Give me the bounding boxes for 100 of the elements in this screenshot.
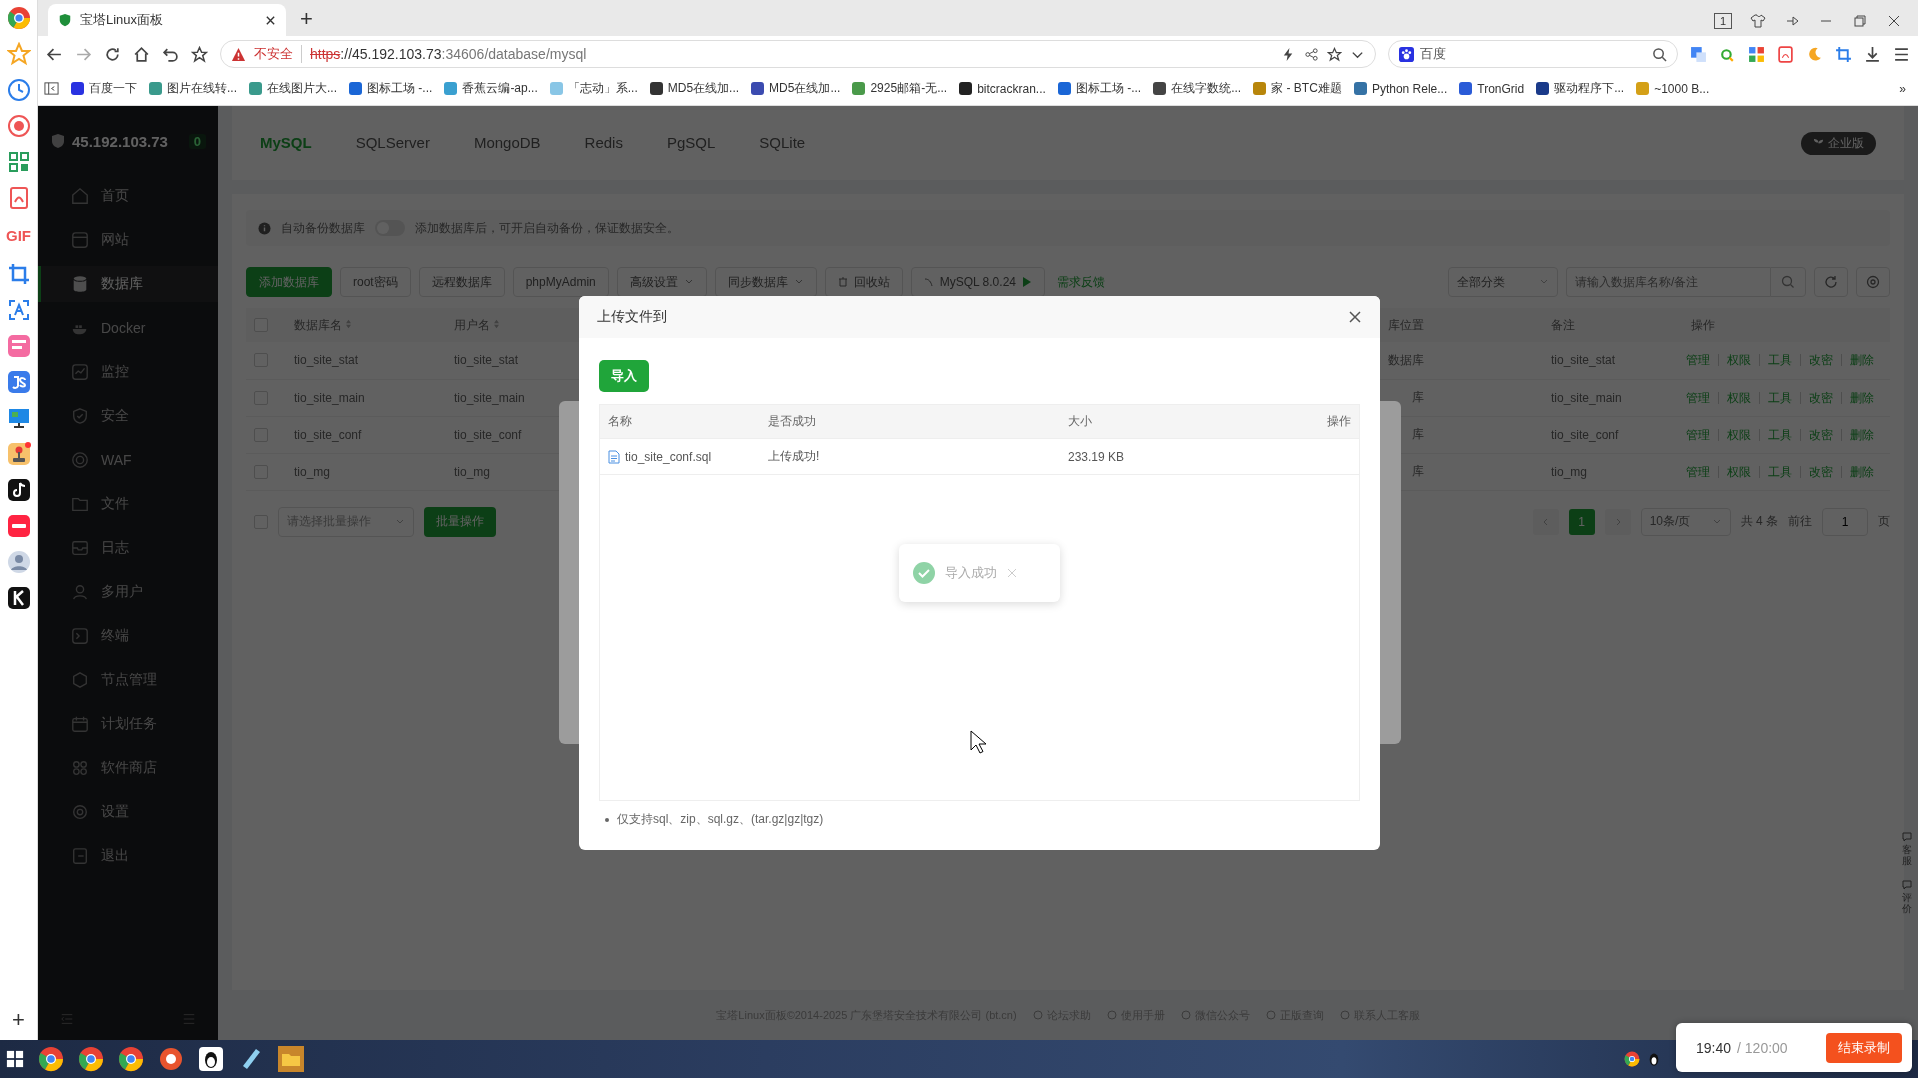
new-tab-button[interactable]: +: [300, 6, 313, 32]
translate-icon[interactable]: [1690, 45, 1707, 63]
database-tab[interactable]: MySQL: [260, 106, 334, 180]
database-tab[interactable]: SQLite: [759, 106, 828, 180]
browser-icon[interactable]: [78, 1046, 104, 1072]
security-label[interactable]: 不安全: [254, 45, 302, 63]
browser-logo-icon[interactable]: [6, 6, 31, 30]
stop-recording-button[interactable]: 结束录制: [1826, 1032, 1902, 1063]
shirt-icon[interactable]: [1750, 13, 1766, 29]
bookmark[interactable]: Python Rele...: [1353, 81, 1448, 96]
text-scan-icon[interactable]: [6, 298, 31, 322]
tab-count[interactable]: 1: [1713, 13, 1732, 29]
bookmark[interactable]: 香蕉云编-ap...: [444, 80, 538, 97]
close-icon[interactable]: [1886, 13, 1902, 29]
dropdown-button[interactable]: 同步数据库: [714, 267, 817, 297]
home-icon[interactable]: [133, 45, 150, 63]
action-link[interactable]: 改密: [1800, 354, 1841, 367]
windows-start-icon[interactable]: [6, 1050, 24, 1068]
star-icon[interactable]: [6, 42, 31, 66]
import-button[interactable]: 导入: [599, 360, 649, 392]
grid-icon[interactable]: [6, 150, 31, 174]
bookmark[interactable]: 百度一下: [71, 80, 137, 97]
penguin-icon[interactable]: [198, 1046, 224, 1072]
action-link[interactable]: 工具: [1759, 428, 1800, 441]
side-tab[interactable]: 评价: [1902, 880, 1912, 914]
share-icon[interactable]: [1304, 46, 1319, 62]
action-link[interactable]: 工具: [1759, 465, 1800, 478]
bookmark[interactable]: 在线图片大...: [249, 80, 338, 97]
add-database-button[interactable]: 添加数据库: [246, 267, 332, 297]
app-icon[interactable]: [6, 586, 31, 610]
bookmark[interactable]: 2925邮箱-无...: [852, 80, 948, 97]
gif-label[interactable]: GIF: [6, 222, 31, 250]
crop-icon[interactable]: [6, 262, 31, 286]
action-link[interactable]: 删除: [1841, 391, 1882, 404]
menu-icon[interactable]: [1893, 45, 1910, 63]
joystick-icon[interactable]: [6, 442, 31, 466]
bookmark[interactable]: 图标工场 -...: [1057, 80, 1142, 97]
browser-tab[interactable]: 宝塔Linux面板: [48, 4, 286, 36]
star-icon[interactable]: [1327, 46, 1342, 62]
record-icon[interactable]: [6, 114, 31, 138]
toolbar-button[interactable]: 远程数据库: [418, 267, 505, 297]
action-link[interactable]: 删除: [1841, 354, 1882, 367]
toolbar-button[interactable]: phpMyAdmin: [512, 267, 609, 297]
bookmark[interactable]: 家 - BTC难题: [1253, 80, 1342, 97]
bookmark[interactable]: 图标工场 -...: [349, 80, 433, 97]
browser-icon[interactable]: [38, 1046, 64, 1072]
action-link[interactable]: 权限: [1718, 465, 1759, 478]
refresh-button[interactable]: [1814, 267, 1848, 297]
music-note-icon[interactable]: [6, 478, 31, 502]
page-size-select[interactable]: 10条/页: [1640, 507, 1731, 536]
browser-icon[interactable]: [1624, 1051, 1640, 1067]
database-tab[interactable]: PgSQL: [666, 106, 738, 180]
action-link[interactable]: 改密: [1800, 428, 1841, 441]
page-input[interactable]: 1: [1822, 507, 1868, 536]
close-icon[interactable]: [265, 14, 276, 26]
crop-icon[interactable]: [1835, 45, 1852, 63]
page-button[interactable]: 1: [1568, 508, 1595, 535]
version-button[interactable]: MySQL 8.0.24: [910, 267, 1045, 297]
nav-item[interactable]: 数据库: [38, 266, 218, 302]
action-link[interactable]: 删除: [1841, 465, 1882, 478]
bookmark[interactable]: 驱动程序下...: [1536, 80, 1625, 97]
database-tab[interactable]: MongoDB: [473, 106, 563, 180]
edition-badge[interactable]: 企业版: [1801, 131, 1876, 155]
action-link[interactable]: 改密: [1800, 391, 1841, 404]
side-tab[interactable]: 客服: [1902, 832, 1912, 866]
settings-button[interactable]: [1856, 267, 1890, 297]
add-button[interactable]: +: [12, 1008, 25, 1032]
bookmark[interactable]: MD5在线加...: [751, 80, 841, 97]
grid-icon[interactable]: [1748, 45, 1765, 63]
bookmark[interactable]: 「志动」系...: [549, 80, 638, 97]
bookmark[interactable]: 在线字数统...: [1153, 80, 1242, 97]
bookmark[interactable]: MD5在线加...: [649, 80, 740, 97]
moon-icon[interactable]: [1806, 45, 1823, 63]
category-select[interactable]: 全部分类: [1448, 267, 1558, 297]
action-link[interactable]: 工具: [1759, 391, 1800, 404]
browser-icon[interactable]: [118, 1046, 144, 1072]
monitor-icon[interactable]: [6, 406, 31, 430]
database-tab[interactable]: SQLServer: [355, 106, 452, 180]
alert-count[interactable]: 0: [188, 133, 206, 149]
clock-icon[interactable]: [6, 78, 31, 102]
star-icon[interactable]: [191, 45, 208, 63]
action-link[interactable]: 权限: [1718, 391, 1759, 404]
avatar-icon[interactable]: [6, 550, 31, 574]
action-link[interactable]: 权限: [1718, 428, 1759, 441]
recycle-bin-button[interactable]: 回收站: [824, 267, 903, 297]
restore-icon[interactable]: [1852, 13, 1868, 29]
toolbar-button[interactable]: root密码: [340, 267, 411, 297]
more-bookmarks-button[interactable]: »: [1899, 81, 1912, 96]
bookmark[interactable]: bitcrackran...: [959, 81, 1046, 96]
document-icon[interactable]: [1777, 45, 1794, 63]
reload-icon[interactable]: [104, 45, 121, 63]
batch-button[interactable]: 批量操作: [424, 506, 496, 537]
bookmark[interactable]: 图片在线转...: [149, 80, 237, 97]
action-link[interactable]: 工具: [1759, 354, 1800, 367]
download-icon[interactable]: [1864, 45, 1881, 63]
action-link[interactable]: 删除: [1841, 428, 1882, 441]
bookmark[interactable]: ~1000 B...: [1636, 81, 1710, 96]
search-icon[interactable]: [1652, 46, 1667, 62]
action-link[interactable]: 权限: [1718, 354, 1759, 367]
sidebar-toggle-icon[interactable]: [44, 81, 59, 96]
